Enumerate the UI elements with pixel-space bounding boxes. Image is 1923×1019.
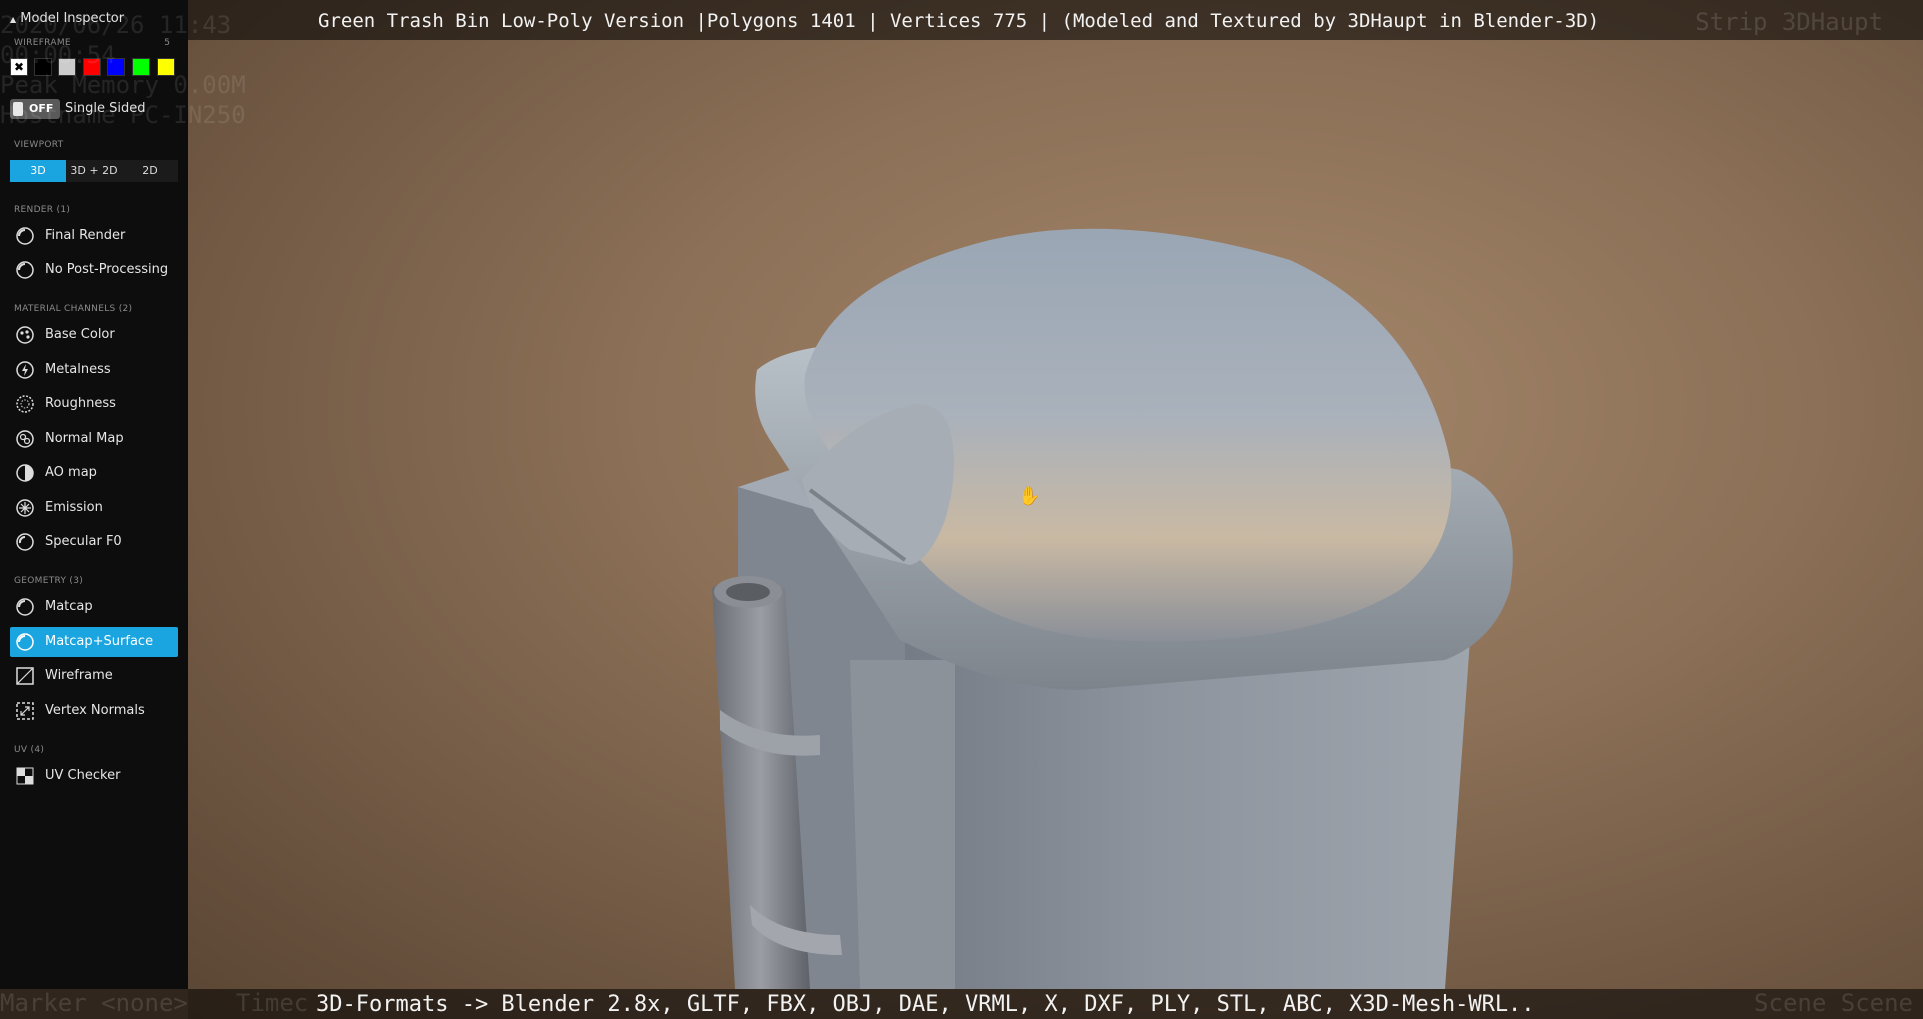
- title-bar: Green Trash Bin Low-Poly Version |Polygo…: [0, 0, 1923, 40]
- geometry-vertex-normals[interactable]: Vertex Normals: [10, 696, 178, 726]
- wireframe-color-blue[interactable]: [107, 58, 125, 76]
- wireframe-color-yellow[interactable]: [157, 58, 175, 76]
- uv-checker-icon: [16, 767, 34, 785]
- wireframe-color-gray[interactable]: [58, 58, 76, 76]
- geometry-matcap-surface[interactable]: Matcap+Surface: [10, 627, 178, 657]
- viewport-3d2d-button[interactable]: 3D + 2D: [66, 160, 122, 182]
- metalness-label: Metalness: [45, 362, 111, 377]
- viewport-3d-button[interactable]: 3D: [10, 160, 66, 182]
- ghost-marker-text: Marker <none>: [0, 989, 188, 1017]
- svg-text:✋: ✋: [1018, 485, 1040, 507]
- render-final-render[interactable]: Final Render: [10, 221, 178, 251]
- matcap-icon: [16, 598, 34, 616]
- model-title: Green Trash Bin Low-Poly Version |Polygo…: [318, 10, 1600, 32]
- specular-f0-icon: [16, 533, 34, 551]
- no-post-processing-label: No Post-Processing: [45, 262, 169, 277]
- material-channels-label: MATERIAL CHANNELS (2): [14, 304, 133, 314]
- inspector-title-label: Model Inspector: [20, 11, 125, 26]
- roughness-icon: [16, 395, 34, 413]
- single-sided-toggle[interactable]: OFF: [10, 99, 60, 119]
- wireframe-color-green[interactable]: [132, 58, 150, 76]
- wireframe-label: WIREFRAME: [14, 38, 71, 48]
- wireframe-icon: [16, 667, 34, 685]
- final-render-icon: [16, 227, 34, 245]
- normal-map-icon: [16, 430, 34, 448]
- inspector-header[interactable]: ▲ Model Inspector: [0, 0, 188, 36]
- material-roughness[interactable]: Roughness: [10, 389, 178, 419]
- single-sided-label: Single Sided: [65, 101, 146, 116]
- material-metalness[interactable]: Metalness: [10, 355, 178, 385]
- geometry-wireframe[interactable]: Wireframe: [10, 661, 178, 691]
- trash-bin-model[interactable]: ✋: [188, 0, 1923, 1019]
- material-normal-map[interactable]: Normal Map: [10, 424, 178, 454]
- emission-icon: [16, 499, 34, 517]
- matcap-surface-icon: [16, 633, 34, 651]
- matcap-surface-label: Matcap+Surface: [45, 634, 154, 649]
- material-base-color[interactable]: Base Color: [10, 320, 178, 350]
- wireframe-color-black[interactable]: [34, 58, 52, 76]
- ghost-time-text: Timec: [236, 989, 309, 1017]
- collapse-icon: ▲: [10, 15, 17, 24]
- material-specular-f0[interactable]: Specular F0: [10, 527, 178, 557]
- inspector-title[interactable]: ▲ Model Inspector: [10, 11, 124, 26]
- ao-map-label: AO map: [45, 465, 97, 480]
- geometry-label: GEOMETRY (3): [14, 576, 84, 586]
- ao-map-icon: [16, 464, 34, 482]
- render-no-post-processing[interactable]: No Post-Processing: [10, 255, 178, 285]
- specular-f0-label: Specular F0: [45, 534, 122, 549]
- wireframe-count: 5: [164, 38, 170, 48]
- ghost-scene-text: Scene Scene: [1754, 989, 1913, 1017]
- uv-checker[interactable]: UV Checker: [10, 761, 178, 791]
- vertex-normals-icon: [16, 702, 34, 720]
- render-label: RENDER (1): [14, 205, 71, 215]
- base-color-icon: [16, 326, 34, 344]
- toggle-state: OFF: [29, 102, 54, 115]
- no-post-processing-icon: [16, 261, 34, 279]
- uv-checker-label: UV Checker: [45, 768, 121, 783]
- formats-bar: Marker <none> Timec Scene Scene 3D-Forma…: [0, 989, 1923, 1019]
- uv-label: UV (4): [14, 745, 45, 755]
- ghost-strip-text: Strip 3DHaupt: [1695, 8, 1883, 36]
- roughness-label: Roughness: [45, 396, 116, 411]
- viewport-2d-button[interactable]: 2D: [122, 160, 178, 182]
- 3d-viewport[interactable]: ✋: [188, 0, 1923, 1019]
- base-color-label: Base Color: [45, 327, 115, 342]
- matcap-label: Matcap: [45, 599, 93, 614]
- normal-map-label: Normal Map: [45, 431, 124, 446]
- final-render-label: Final Render: [45, 228, 126, 243]
- metalness-icon: [16, 361, 34, 379]
- wireframe-color-none[interactable]: ✖: [10, 58, 28, 76]
- material-ao-map[interactable]: AO map: [10, 458, 178, 488]
- viewport-label: VIEWPORT: [14, 140, 64, 150]
- wireframe-item-label: Wireframe: [45, 668, 113, 683]
- model-inspector-panel: ▲ Model Inspector WIREFRAME 5 ✖ OFF Sing…: [0, 0, 188, 989]
- material-emission[interactable]: Emission: [10, 493, 178, 523]
- emission-label: Emission: [45, 500, 103, 515]
- geometry-matcap[interactable]: Matcap: [10, 592, 178, 622]
- formats-text: 3D-Formats -> Blender 2.8x, GLTF, FBX, O…: [316, 992, 1535, 1017]
- wireframe-color-red[interactable]: [83, 58, 101, 76]
- toggle-knob: [13, 102, 23, 116]
- vertex-normals-label: Vertex Normals: [45, 703, 145, 718]
